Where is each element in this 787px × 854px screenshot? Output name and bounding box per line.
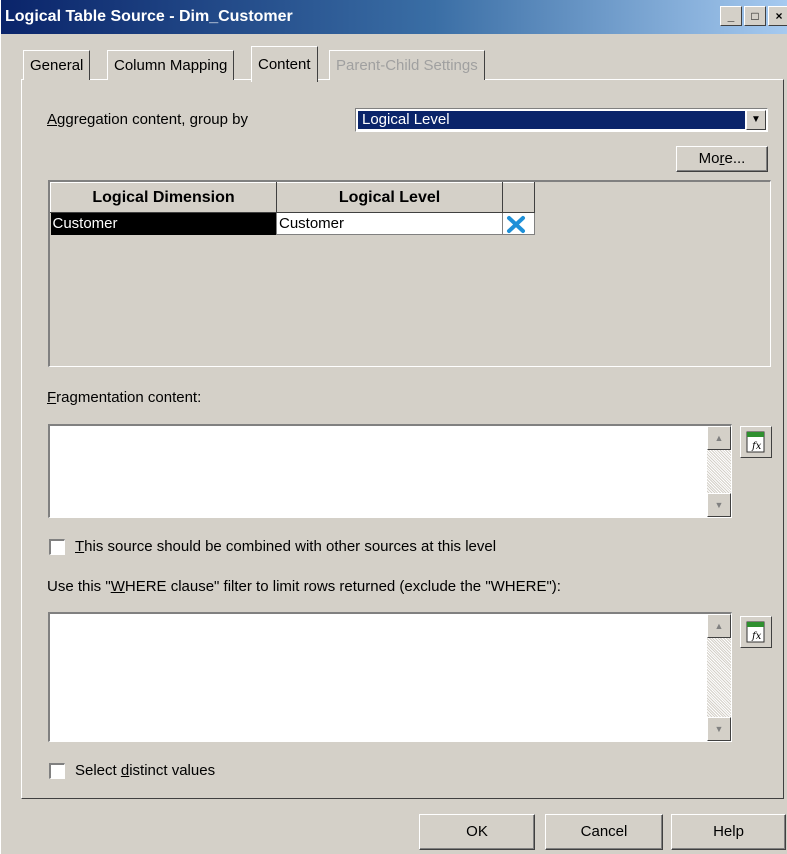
combine-sources-checkbox[interactable] — [49, 539, 65, 555]
scroll-up-icon[interactable]: ▲ — [707, 426, 731, 450]
svg-text:fx: fx — [751, 441, 762, 452]
scroll-down-icon[interactable]: ▼ — [707, 493, 731, 517]
fragmentation-content-textarea[interactable]: ▲ ▼ — [48, 424, 732, 518]
cancel-button[interactable]: Cancel — [545, 814, 663, 850]
expression-builder-icon: fx — [746, 431, 765, 453]
scroll-down-icon[interactable]: ▼ — [707, 717, 731, 741]
where-clause-label: Use this "WHERE clause" filter to limit … — [47, 578, 561, 595]
combine-sources-label: This source should be combined with othe… — [75, 538, 497, 555]
ok-button[interactable]: OK — [419, 814, 535, 850]
expression-builder-button-where[interactable]: fx — [740, 616, 772, 648]
fragmentation-scrollbar[interactable]: ▲ ▼ — [707, 426, 731, 517]
tab-content[interactable]: Content — [251, 46, 318, 82]
scroll-up-icon[interactable]: ▲ — [707, 614, 731, 638]
chevron-down-icon[interactable]: ▼ — [746, 110, 766, 130]
aggregation-label: Aggregation content, group by — [47, 111, 248, 128]
grid-header-row: Logical Dimension Logical Level — [50, 182, 535, 213]
expression-builder-button-fragmentation[interactable]: fx — [740, 426, 772, 458]
column-header-logical-level[interactable]: Logical Level — [276, 182, 503, 213]
maximize-button[interactable]: □ — [744, 6, 766, 26]
delete-row-button[interactable] — [502, 212, 535, 235]
more-button[interactable]: More... — [676, 146, 768, 172]
minimize-button[interactable]: _ — [720, 6, 742, 26]
where-clause-textarea[interactable]: ▲ ▼ — [48, 612, 732, 742]
cell-logical-dimension[interactable]: Customer — [50, 212, 277, 235]
dialog-window: Logical Table Source - Dim_Customer _ □ … — [0, 0, 787, 854]
column-header-actions — [502, 182, 535, 213]
tab-general[interactable]: General — [23, 50, 91, 80]
tab-column-mapping[interactable]: Column Mapping — [107, 50, 235, 80]
aggregation-group-by-select[interactable]: Logical Level ▼ — [355, 108, 768, 132]
where-clause-scrollbar[interactable]: ▲ ▼ — [707, 614, 731, 741]
fragmentation-label: Fragmentation content: — [47, 389, 202, 406]
window-title: Logical Table Source - Dim_Customer — [5, 8, 293, 25]
title-bar[interactable]: Logical Table Source - Dim_Customer _ □ … — [1, 0, 787, 34]
delete-x-icon — [507, 215, 525, 233]
table-row[interactable]: Customer Customer — [50, 212, 535, 235]
expression-builder-icon: fx — [746, 621, 765, 643]
select-distinct-label: Select distinct values — [75, 762, 216, 779]
logical-levels-grid[interactable]: Logical Dimension Logical Level Customer… — [48, 180, 771, 367]
close-button[interactable]: × — [768, 6, 787, 26]
cell-logical-level[interactable]: Customer — [276, 212, 503, 235]
help-button[interactable]: Help — [671, 814, 786, 850]
svg-text:fx: fx — [751, 631, 762, 642]
column-header-logical-dimension[interactable]: Logical Dimension — [50, 182, 277, 213]
tab-parent-child-settings: Parent-Child Settings — [329, 50, 485, 80]
aggregation-selected-value: Logical Level — [358, 111, 745, 129]
select-distinct-checkbox[interactable] — [49, 763, 65, 779]
